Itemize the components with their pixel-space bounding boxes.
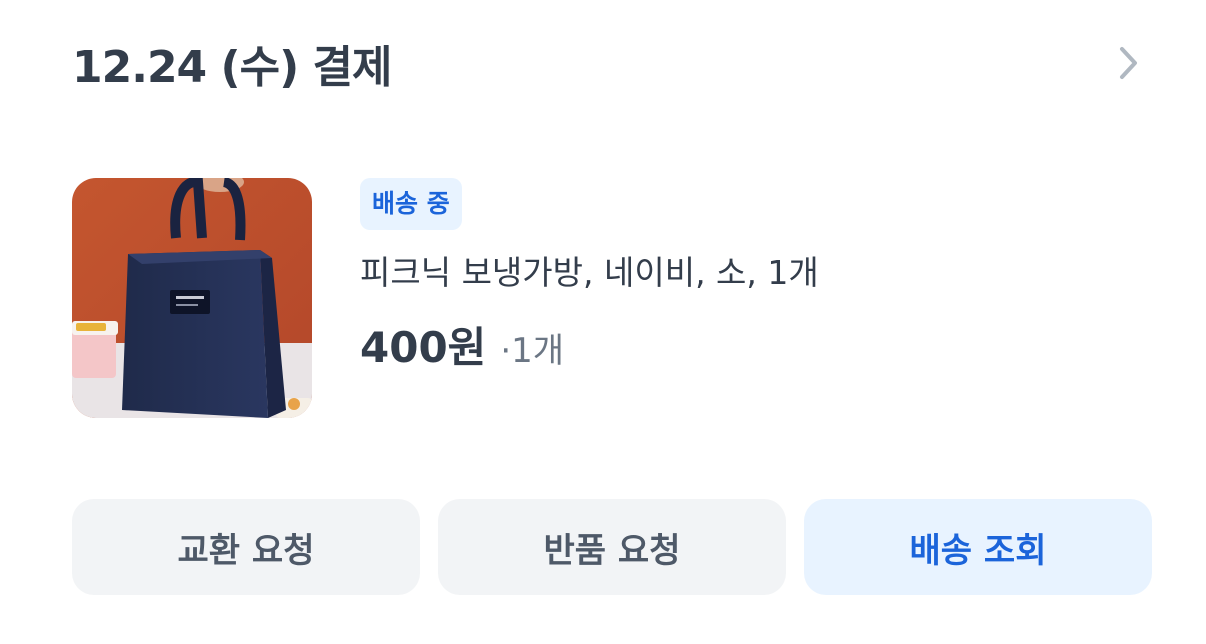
order-card: 12.24 (수) 결제 배송 중 피크닉 보냉가방, 네이비, 소, 1개 4… (0, 0, 1206, 644)
exchange-request-button[interactable]: 교환 요청 (72, 499, 420, 595)
shipping-status-badge: 배송 중 (360, 178, 462, 230)
track-shipping-button[interactable]: 배송 조회 (804, 499, 1152, 595)
chevron-right-icon[interactable] (1114, 47, 1144, 79)
product-quantity: ·1개 (500, 331, 565, 371)
product-thumbnail[interactable] (72, 178, 312, 418)
order-actions: 교환 요청 반품 요청 배송 조회 (72, 499, 1152, 595)
order-header[interactable]: 12.24 (수) 결제 (72, 30, 1144, 96)
product-price: 400원 (360, 323, 487, 372)
product-info: 배송 중 피크닉 보냉가방, 네이비, 소, 1개 400원 ·1개 (360, 178, 819, 375)
order-date-title: 12.24 (수) 결제 (72, 42, 392, 93)
price-row: 400원 ·1개 (360, 314, 819, 375)
return-request-button[interactable]: 반품 요청 (438, 499, 786, 595)
cooler-bag-image (72, 178, 312, 418)
product-name[interactable]: 피크닉 보냉가방, 네이비, 소, 1개 (360, 246, 819, 294)
product-item: 배송 중 피크닉 보냉가방, 네이비, 소, 1개 400원 ·1개 (72, 178, 1144, 418)
